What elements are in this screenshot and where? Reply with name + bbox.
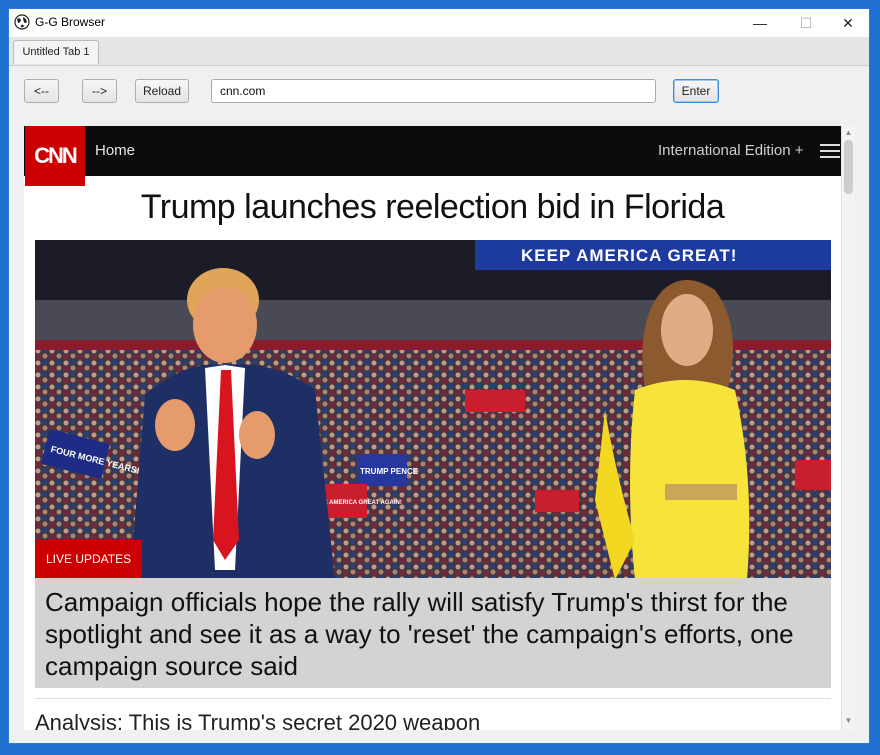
scroll-thumb[interactable] [844,140,853,194]
banner-text: KEEP AMERICA GREAT! [521,246,737,265]
maximize-button[interactable]: ☐ [783,9,829,37]
cnn-logo[interactable]: CNN [25,126,85,186]
hero-caption[interactable]: Campaign officials hope the rally will s… [35,578,831,688]
vertical-scrollbar[interactable]: ▲ ▼ [841,126,855,730]
tab-strip: Untitled Tab 1 [9,37,869,66]
close-button[interactable]: ✕ [825,9,869,37]
enter-button[interactable]: Enter [673,79,719,103]
title-bar: G-G Browser — ☐ ✕ [9,9,869,37]
edition-selector[interactable]: International Edition + [658,142,804,159]
reload-button[interactable]: Reload [135,79,189,103]
next-headline[interactable]: Analysis: This is Trump's secret 2020 we… [35,710,480,730]
back-button[interactable]: <-- [24,79,59,103]
scroll-up-icon[interactable]: ▲ [842,128,855,140]
scroll-down-icon[interactable]: ▼ [842,716,855,728]
menu-icon[interactable] [820,144,840,158]
caption-text[interactable]: Campaign officials hope the rally will s… [45,586,815,682]
sign-trump-pence: TRUMP PENCE [360,467,419,476]
minimize-button[interactable]: — [737,9,783,37]
tab-untitled-1[interactable]: Untitled Tab 1 [13,40,99,64]
globe-icon [14,14,30,30]
forward-button[interactable]: --> [82,79,117,103]
browser-window: G-G Browser — ☐ ✕ Untitled Tab 1 <-- -->… [8,8,870,744]
window-title: G-G Browser [35,15,106,29]
live-updates-badge[interactable]: LIVE UPDATES [35,540,143,578]
web-view: CNN Home International Edition + Trump l… [24,126,841,730]
url-input[interactable]: cnn.com [211,79,656,103]
nav-home-link[interactable]: Home [95,142,135,159]
divider [35,698,831,699]
cnn-nav-bar: CNN Home International Edition + [24,126,841,186]
page-headline[interactable]: Trump launches reelection bid in Florida [24,188,841,227]
